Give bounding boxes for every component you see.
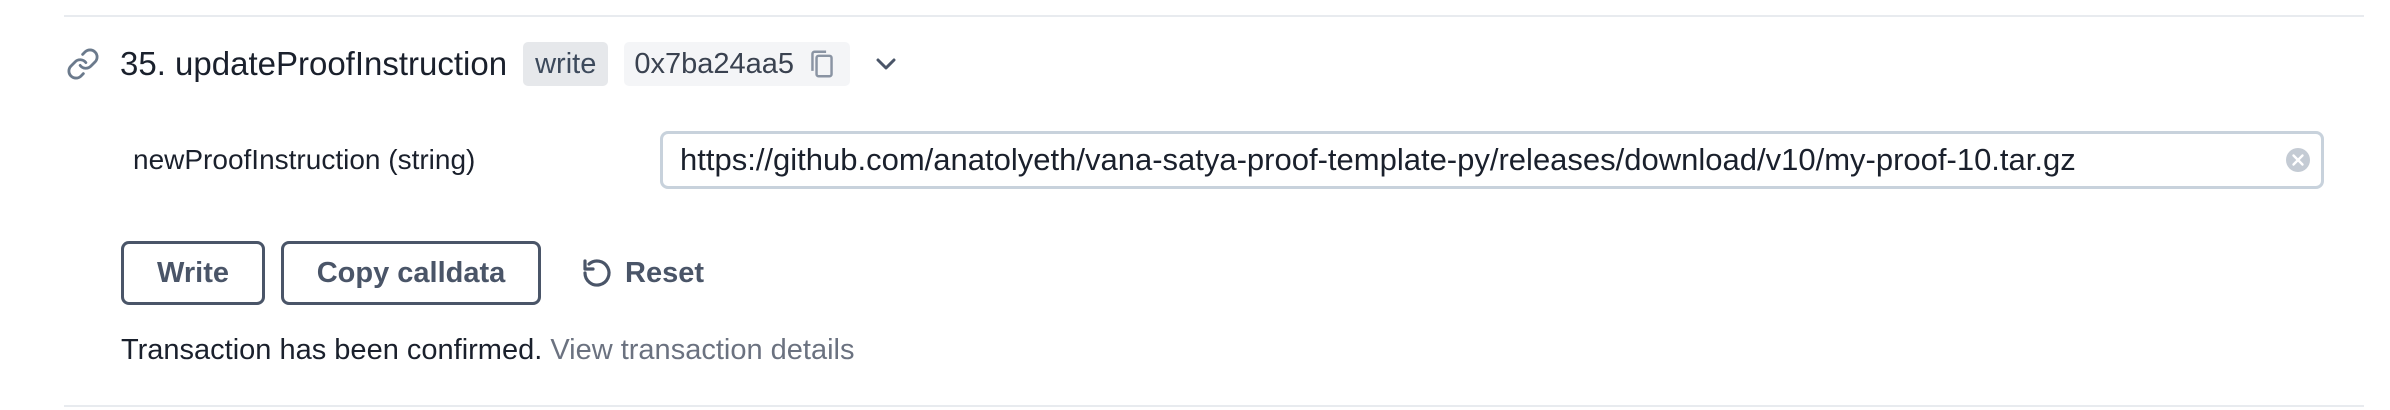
reset-label: Reset [625, 256, 704, 289]
address-chip: 0x7ba24aa5 [624, 42, 850, 86]
param-input[interactable] [663, 134, 2275, 186]
view-transaction-link[interactable]: View transaction details [550, 334, 854, 366]
top-divider [64, 15, 2364, 17]
param-input-container [660, 131, 2324, 189]
action-bar: Write Copy calldata Reset [121, 241, 704, 305]
link-icon[interactable] [64, 45, 102, 83]
write-button[interactable]: Write [121, 241, 265, 305]
param-label: newProofInstruction (string) [133, 144, 476, 175]
transaction-status: Transaction has been confirmed. View tra… [121, 334, 854, 367]
reset-icon [579, 255, 615, 291]
contract-address: 0x7ba24aa5 [634, 47, 794, 80]
bottom-divider [64, 405, 2364, 407]
method-title: 35. updateProofInstruction [120, 45, 508, 82]
clear-icon[interactable] [2275, 137, 2321, 183]
reset-button[interactable]: Reset [579, 255, 704, 291]
chevron-down-icon[interactable] [864, 42, 908, 86]
status-message: Transaction has been confirmed. [121, 334, 543, 366]
method-type-badge: write [523, 42, 609, 86]
copy-calldata-button[interactable]: Copy calldata [281, 241, 541, 305]
copy-icon[interactable] [808, 49, 836, 79]
method-header: 35. updateProofInstruction write 0x7ba24… [64, 42, 908, 86]
